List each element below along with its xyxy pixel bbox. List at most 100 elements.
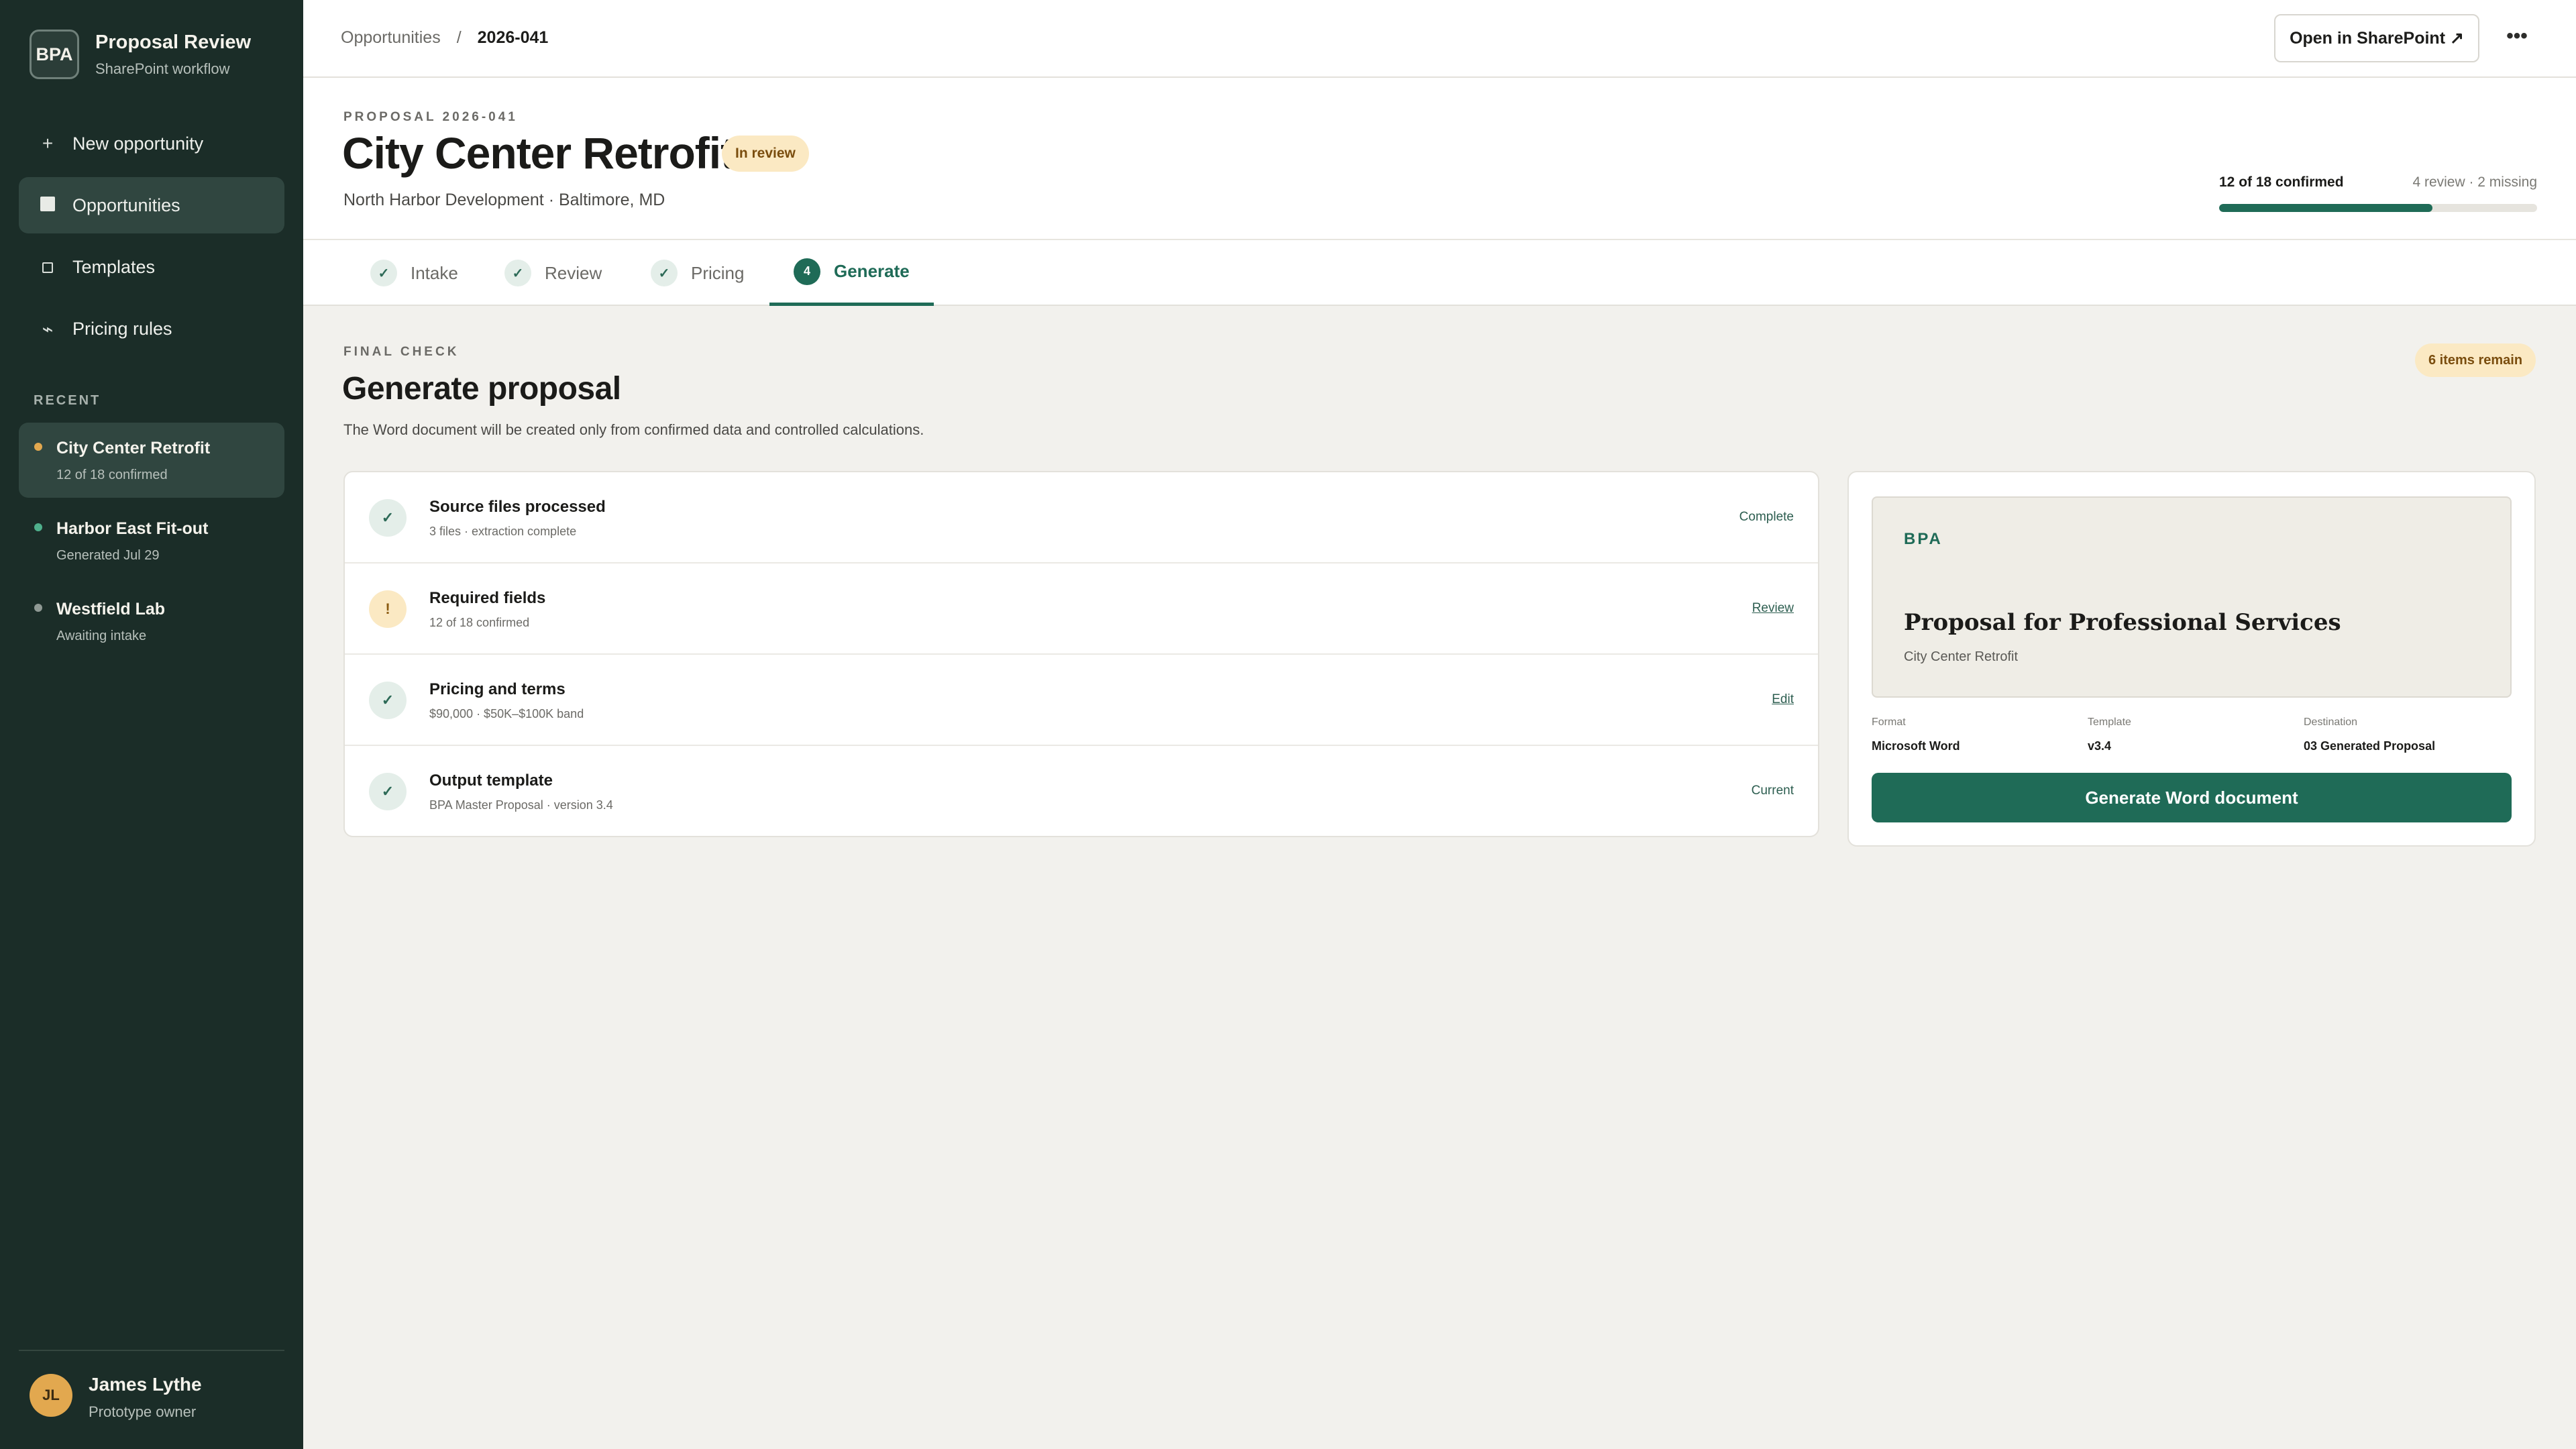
recent-list: City Center Retrofit 12 of 18 confirmed … (19, 423, 284, 664)
open-in-sharepoint-button[interactable]: Open in SharePoint ↗ (2274, 14, 2479, 62)
tab-label: Intake (411, 262, 458, 283)
sidebar-item-pricing-rules[interactable]: ⌁ Pricing rules (19, 301, 284, 357)
recent-item-sub: Generated Jul 29 (56, 548, 160, 563)
meta-destination: Destination 03 Generated Proposal (2304, 716, 2505, 753)
check-icon: ✓ (369, 682, 407, 719)
recent-item-title: Westfield Lab (56, 600, 166, 619)
plus-icon: + (42, 133, 54, 154)
preview-brand: BPA (1904, 530, 1943, 548)
section-description: The Word document will be created only f… (343, 421, 924, 438)
app-subtitle: SharePoint workflow (95, 60, 230, 77)
check-icon: ✓ (651, 260, 678, 286)
preview-title: Proposal for Professional Services (1904, 609, 2341, 636)
checklist-row-source-files: ✓ Source files processed 3 files · extra… (345, 472, 1818, 564)
generate-word-document-button[interactable]: Generate Word document (1872, 773, 2512, 822)
meta-value: 03 Generated Proposal (2304, 739, 2436, 753)
recent-item-sub: 12 of 18 confirmed (56, 468, 168, 482)
meta-value: Microsoft Word (1872, 739, 1960, 753)
grid-square-icon (38, 195, 58, 216)
main-content: Opportunities / 2026-041 Open in SharePoin… (303, 0, 2576, 1449)
breadcrumb-current: 2026-041 (477, 28, 549, 47)
meta-template: Template v3.4 (2088, 716, 2289, 753)
status-dot (34, 523, 42, 531)
recent-heading: RECENT (34, 393, 101, 408)
checklist-sub: 3 files · extraction complete (429, 525, 577, 538)
sidebar-item-templates[interactable]: Templates (19, 239, 284, 295)
user-role: Prototype owner (89, 1403, 197, 1420)
checklist-status: Complete (1739, 510, 1794, 524)
checklist-status: Current (1751, 784, 1794, 798)
final-check-eyebrow: FINAL CHECK (343, 345, 460, 359)
edit-link[interactable]: Edit (1772, 692, 1794, 707)
sidebar-item-label: Templates (72, 256, 156, 277)
tab-intake[interactable]: ✓ Intake (370, 240, 458, 306)
proposal-header: PROPOSAL 2026-041 City Center Retrofit I… (303, 78, 2576, 240)
progress-meta: 4 review · 2 missing (2412, 174, 2537, 190)
checklist-title: Source files processed (429, 498, 606, 516)
generate-card: BPA Proposal for Professional Services C… (1847, 471, 2536, 847)
rules-icon: ⌁ (42, 318, 54, 339)
tab-label: Review (545, 262, 602, 283)
sidebar-item-label: Pricing rules (72, 318, 172, 339)
avatar: JL (30, 1374, 72, 1417)
sidebar-item-new-opportunity[interactable]: + New opportunity (19, 115, 284, 172)
checklist-row-required-fields: ! Required fields 12 of 18 confirmed Rev… (345, 564, 1818, 655)
recent-item-westfield-lab[interactable]: Westfield Lab Awaiting intake (19, 584, 284, 659)
page-title: City Center Retrofit (342, 128, 735, 178)
check-icon: ✓ (369, 499, 407, 537)
sidebar-item-label: New opportunity (72, 133, 204, 154)
checklist-row-pricing: ✓ Pricing and terms $90,000 · $50K–$100K… (345, 655, 1818, 746)
meta-value: v3.4 (2088, 739, 2112, 753)
client-location: North Harbor Development · Baltimore, MD (343, 191, 665, 209)
checklist-sub: BPA Master Proposal · version 3.4 (429, 798, 613, 812)
app-logo: BPA (30, 30, 79, 79)
warning-icon: ! (369, 590, 407, 628)
checklist-sub: 12 of 18 confirmed (429, 616, 530, 629)
sidebar-item-label: Opportunities (72, 195, 180, 215)
checklist-row-output-template: ✓ Output template BPA Master Proposal · … (345, 746, 1818, 837)
items-remain-badge: 6 items remain (2415, 343, 2536, 377)
final-checklist: ✓ Source files processed 3 files · extra… (343, 471, 1819, 837)
sidebar-item-opportunities[interactable]: Opportunities (19, 177, 284, 233)
recent-item-city-center[interactable]: City Center Retrofit 12 of 18 confirmed (19, 423, 284, 498)
meta-format: Format Microsoft Word (1872, 716, 2073, 753)
check-icon: ✓ (369, 773, 407, 810)
review-link[interactable]: Review (1752, 601, 1794, 616)
checklist-sub: $90,000 · $50K–$100K band (429, 707, 584, 720)
meta-label: Format (1872, 716, 1906, 728)
workflow-tabs: ✓ Intake ✓ Review ✓ Pricing 4 Generate (303, 240, 2576, 306)
meta-label: Template (2088, 716, 2131, 728)
breadcrumb-separator: / (456, 28, 462, 47)
check-icon: ✓ (370, 260, 397, 286)
user-name: James Lythe (89, 1374, 202, 1395)
meta-label: Destination (2304, 716, 2358, 728)
status-dot (34, 443, 42, 451)
tab-label: Generate (834, 261, 910, 281)
recent-item-sub: Awaiting intake (56, 629, 147, 643)
tab-pricing[interactable]: ✓ Pricing (651, 240, 744, 306)
sidebar-nav: + New opportunity Opportunities Template… (19, 115, 284, 362)
more-options-icon[interactable]: ••• (2504, 24, 2530, 51)
recent-item-title: Harbor East Fit-out (56, 519, 209, 538)
preview-subtitle: City Center Retrofit (1904, 649, 2019, 664)
step-number-badge: 4 (794, 258, 820, 285)
breadcrumb-parent-link[interactable]: Opportunities (341, 28, 441, 47)
tab-review[interactable]: ✓ Review (504, 240, 602, 306)
breadcrumb: Opportunities / 2026-041 (341, 28, 548, 48)
check-icon: ✓ (504, 260, 531, 286)
document-square-icon (38, 256, 58, 278)
tab-generate[interactable]: 4 Generate (769, 240, 934, 306)
document-preview: BPA Proposal for Professional Services C… (1872, 496, 2512, 698)
checklist-title: Output template (429, 771, 553, 790)
checklist-title: Required fields (429, 589, 546, 607)
recent-item-harbor-east[interactable]: Harbor East Fit-out Generated Jul 29 (19, 503, 284, 578)
status-dot (34, 604, 42, 612)
progress-bar-fill (2219, 204, 2432, 212)
app-brand: BPA Proposal Review SharePoint workflow (30, 30, 251, 79)
section-title: Generate proposal (342, 371, 621, 407)
top-bar: Opportunities / 2026-041 Open in SharePoin… (303, 0, 2576, 78)
progress-bar (2219, 204, 2537, 212)
recent-item-title: City Center Retrofit (56, 439, 211, 458)
user-profile[interactable]: JL James Lythe Prototype owner (19, 1350, 284, 1421)
tab-label: Pricing (691, 262, 745, 283)
